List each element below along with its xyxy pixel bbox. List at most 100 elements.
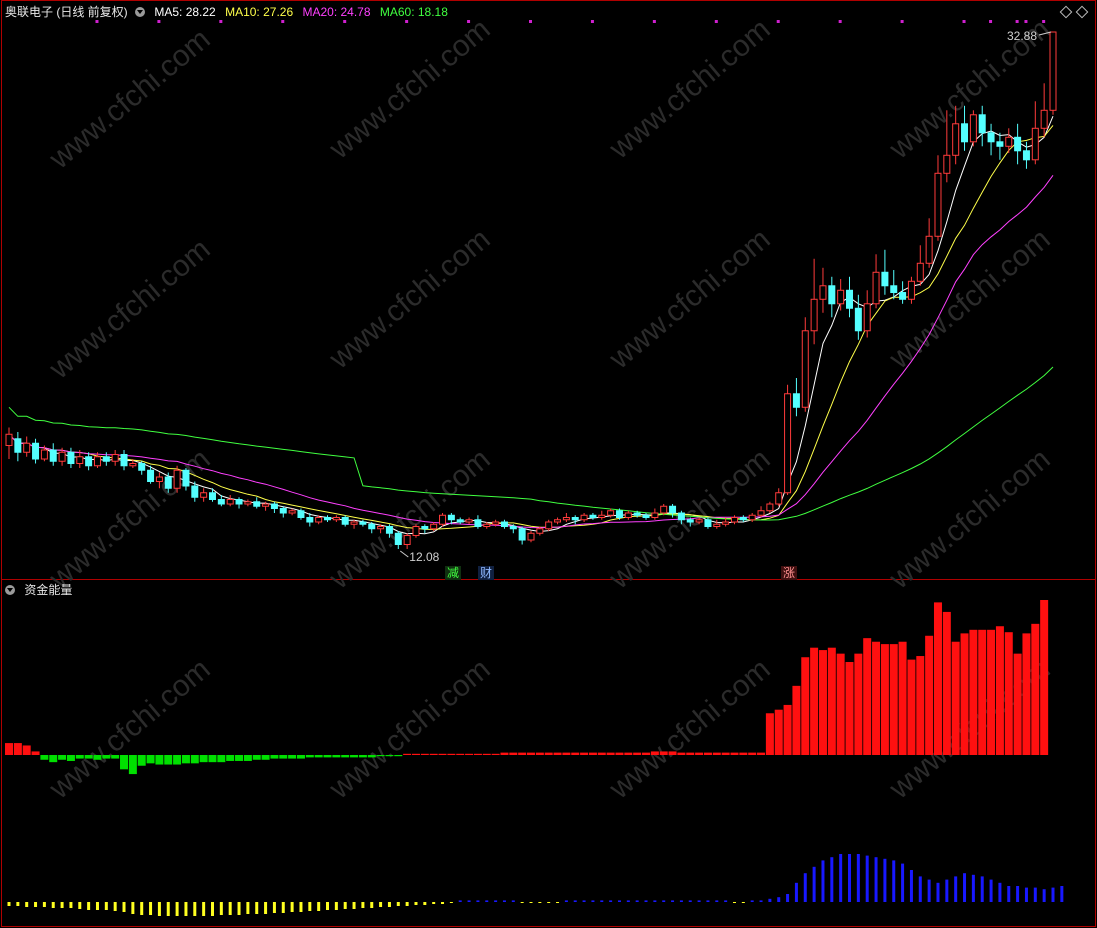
flow-bar — [485, 900, 489, 902]
energy-bar — [686, 752, 695, 755]
flow-bar — [989, 879, 993, 902]
flow-bar — [502, 900, 506, 902]
candle-body — [828, 285, 836, 305]
flow-bar — [909, 870, 913, 902]
dropdown-icon[interactable] — [5, 585, 15, 595]
energy-bar — [482, 753, 491, 755]
candle-body — [1040, 109, 1048, 129]
candle-body — [996, 141, 1004, 147]
flow-bar — [157, 902, 161, 916]
energy-bar — [199, 755, 208, 763]
energy-bar — [279, 755, 288, 759]
energy-bar — [712, 752, 721, 755]
candle-body — [890, 285, 898, 294]
candle-body — [527, 532, 535, 541]
energy-bar — [447, 753, 456, 755]
energy-bar — [907, 659, 916, 755]
flow-bar — [210, 902, 214, 916]
flow-bar — [573, 900, 577, 902]
energy-bar — [376, 755, 385, 757]
candle-body — [200, 492, 208, 498]
energy-bar — [951, 641, 960, 755]
flow-bar — [971, 874, 975, 902]
flow-bar — [741, 902, 745, 903]
flow-bar — [449, 902, 453, 903]
energy-bar — [314, 755, 323, 758]
candle-body — [571, 517, 579, 521]
energy-bar — [615, 752, 624, 755]
flow-bar — [538, 902, 542, 903]
energy-bar — [588, 752, 597, 755]
flow-bar — [1016, 886, 1020, 902]
candle-body — [377, 526, 385, 530]
candle-body — [368, 523, 376, 530]
energy-bar — [633, 752, 642, 755]
energy-bar — [987, 629, 996, 755]
candle-body — [430, 523, 438, 530]
energy-bar — [137, 755, 146, 766]
energy-bar — [491, 753, 500, 755]
energy-bar — [624, 752, 633, 755]
flow-bar — [662, 900, 666, 902]
candle-body — [93, 456, 101, 467]
candle-body — [1022, 150, 1030, 161]
energy-bar — [527, 752, 535, 755]
candle-body — [85, 456, 93, 467]
candle-body — [615, 510, 623, 519]
flow-bar — [901, 863, 905, 902]
energy-bar — [854, 653, 863, 755]
flow-bar — [441, 902, 445, 904]
energy-bar — [642, 752, 651, 755]
energy-bar — [509, 752, 518, 755]
candle-body — [518, 528, 526, 541]
candle-body — [500, 521, 508, 528]
candle — [412, 524, 420, 538]
dropdown-icon[interactable] — [135, 7, 146, 17]
energy-bar — [270, 755, 279, 759]
candle-body — [819, 285, 827, 300]
candle-body — [279, 508, 287, 514]
flow-bar — [679, 900, 683, 902]
energy-bar — [456, 753, 465, 755]
flow-bar — [963, 873, 967, 902]
flow-bar — [954, 876, 958, 902]
energy-bar — [226, 755, 235, 761]
candle-body — [624, 512, 632, 519]
flow-bar — [219, 902, 223, 915]
flow-bar — [25, 902, 29, 907]
candle-body — [23, 442, 31, 453]
candle-body — [492, 521, 500, 525]
flow-bar — [1060, 886, 1064, 902]
flow-bar — [281, 902, 285, 913]
flow-bar — [1007, 886, 1011, 902]
candle-body — [439, 514, 447, 525]
energy-bar — [394, 755, 403, 757]
flow-bar — [78, 902, 82, 909]
candle-body — [907, 280, 915, 300]
candle-body — [987, 132, 995, 143]
flow-bar — [786, 894, 790, 902]
candle-body — [801, 330, 809, 408]
flow-bar — [777, 897, 781, 902]
energy-bar — [872, 641, 881, 755]
flow-bar — [246, 902, 250, 914]
energy-bar — [650, 751, 659, 755]
signal-tag-rise: 涨 — [781, 566, 798, 580]
flow-bar — [95, 902, 99, 910]
ma60-label: MA60: 18.18 — [379, 5, 448, 19]
candle-body — [49, 449, 57, 462]
flow-bar — [794, 882, 798, 902]
flow-bar — [582, 900, 586, 902]
candle-body — [40, 449, 48, 460]
flow-bar — [414, 902, 418, 905]
energy-bar — [580, 752, 589, 755]
flow-bar — [529, 902, 533, 903]
flow-bar — [821, 860, 825, 902]
candle-body — [138, 463, 146, 471]
energy-bar — [818, 650, 827, 755]
energy-bar — [748, 752, 757, 755]
signal-dot — [219, 20, 223, 23]
flow-bar — [237, 902, 241, 915]
stock-chart[interactable]: www.cfchi.com www.cfchi.com www.cfchi.com w… — [0, 0, 1097, 928]
flow-bar — [1051, 887, 1055, 902]
